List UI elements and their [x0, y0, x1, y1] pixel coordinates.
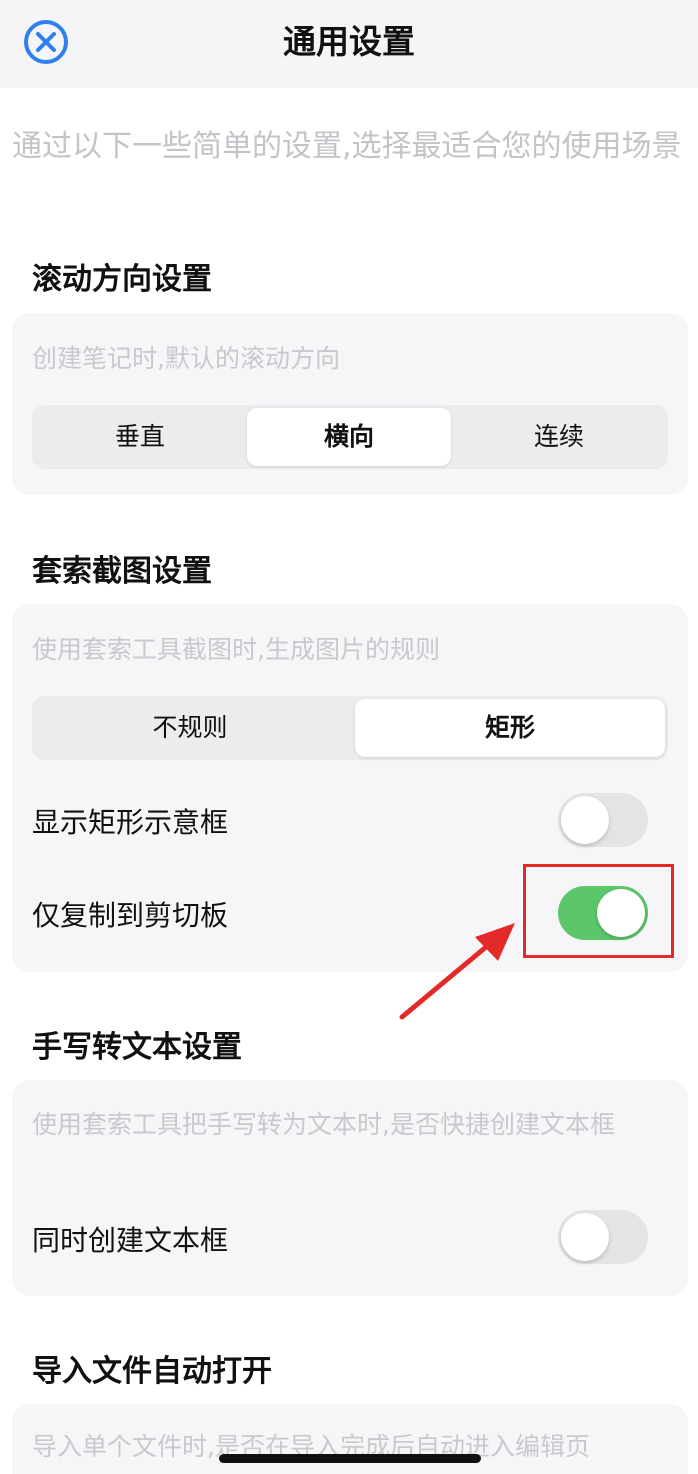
handwriting-settings-card: 使用套索工具把手写转为文本时,是否快捷创建文本框 同时创建文本框 [12, 1080, 688, 1296]
section-title-lasso: 套索截图设置 [32, 554, 212, 589]
section-title-scroll: 滚动方向设置 [32, 262, 212, 297]
show-rect-toggle[interactable] [558, 793, 648, 847]
lasso-description: 使用套索工具截图时,生成图片的规则 [32, 635, 440, 664]
segment-vertical[interactable]: 垂直 [35, 408, 245, 466]
segment-irregular[interactable]: 不规则 [35, 699, 345, 757]
import-settings-card: 导入单个文件时,是否在导入完成后自动进入编辑页 [12, 1404, 688, 1474]
toggle-label-create-textbox: 同时创建文本框 [32, 1224, 229, 1257]
close-circle-icon[interactable] [22, 18, 70, 66]
create-textbox-toggle[interactable] [558, 1210, 648, 1264]
scroll-description: 创建笔记时,默认的滚动方向 [32, 344, 340, 373]
segment-continuous[interactable]: 连续 [453, 408, 665, 466]
segment-horizontal[interactable]: 横向 [247, 408, 451, 466]
toggle-knob [561, 796, 609, 844]
toggle-label-copy-clipboard: 仅复制到剪切板 [32, 899, 229, 932]
section-title-handwriting: 手写转文本设置 [32, 1030, 242, 1065]
settings-screen: 通用设置 通过以下一些简单的设置,选择最适合您的使用场景 滚动方向设置 创建笔记… [0, 0, 698, 1474]
intro-text: 通过以下一些简单的设置,选择最适合您的使用场景 [12, 129, 682, 164]
handwriting-description: 使用套索工具把手写转为文本时,是否快捷创建文本框 [32, 1110, 615, 1139]
scroll-settings-card: 创建笔记时,默认的滚动方向 垂直 横向 连续 [12, 313, 688, 495]
home-indicator[interactable] [219, 1454, 481, 1463]
header-bar: 通用设置 [0, 0, 698, 88]
page-title: 通用设置 [283, 22, 415, 61]
toggle-knob [561, 1213, 609, 1261]
annotation-arrow-icon [399, 923, 515, 1020]
lasso-shape-segmented: 不规则 矩形 [32, 696, 668, 760]
scroll-direction-segmented: 垂直 横向 连续 [32, 405, 668, 469]
annotation-highlight-box [523, 864, 674, 958]
section-title-import: 导入文件自动打开 [32, 1354, 272, 1389]
segment-rectangle[interactable]: 矩形 [355, 699, 665, 757]
toggle-label-show-rect: 显示矩形示意框 [32, 806, 229, 839]
